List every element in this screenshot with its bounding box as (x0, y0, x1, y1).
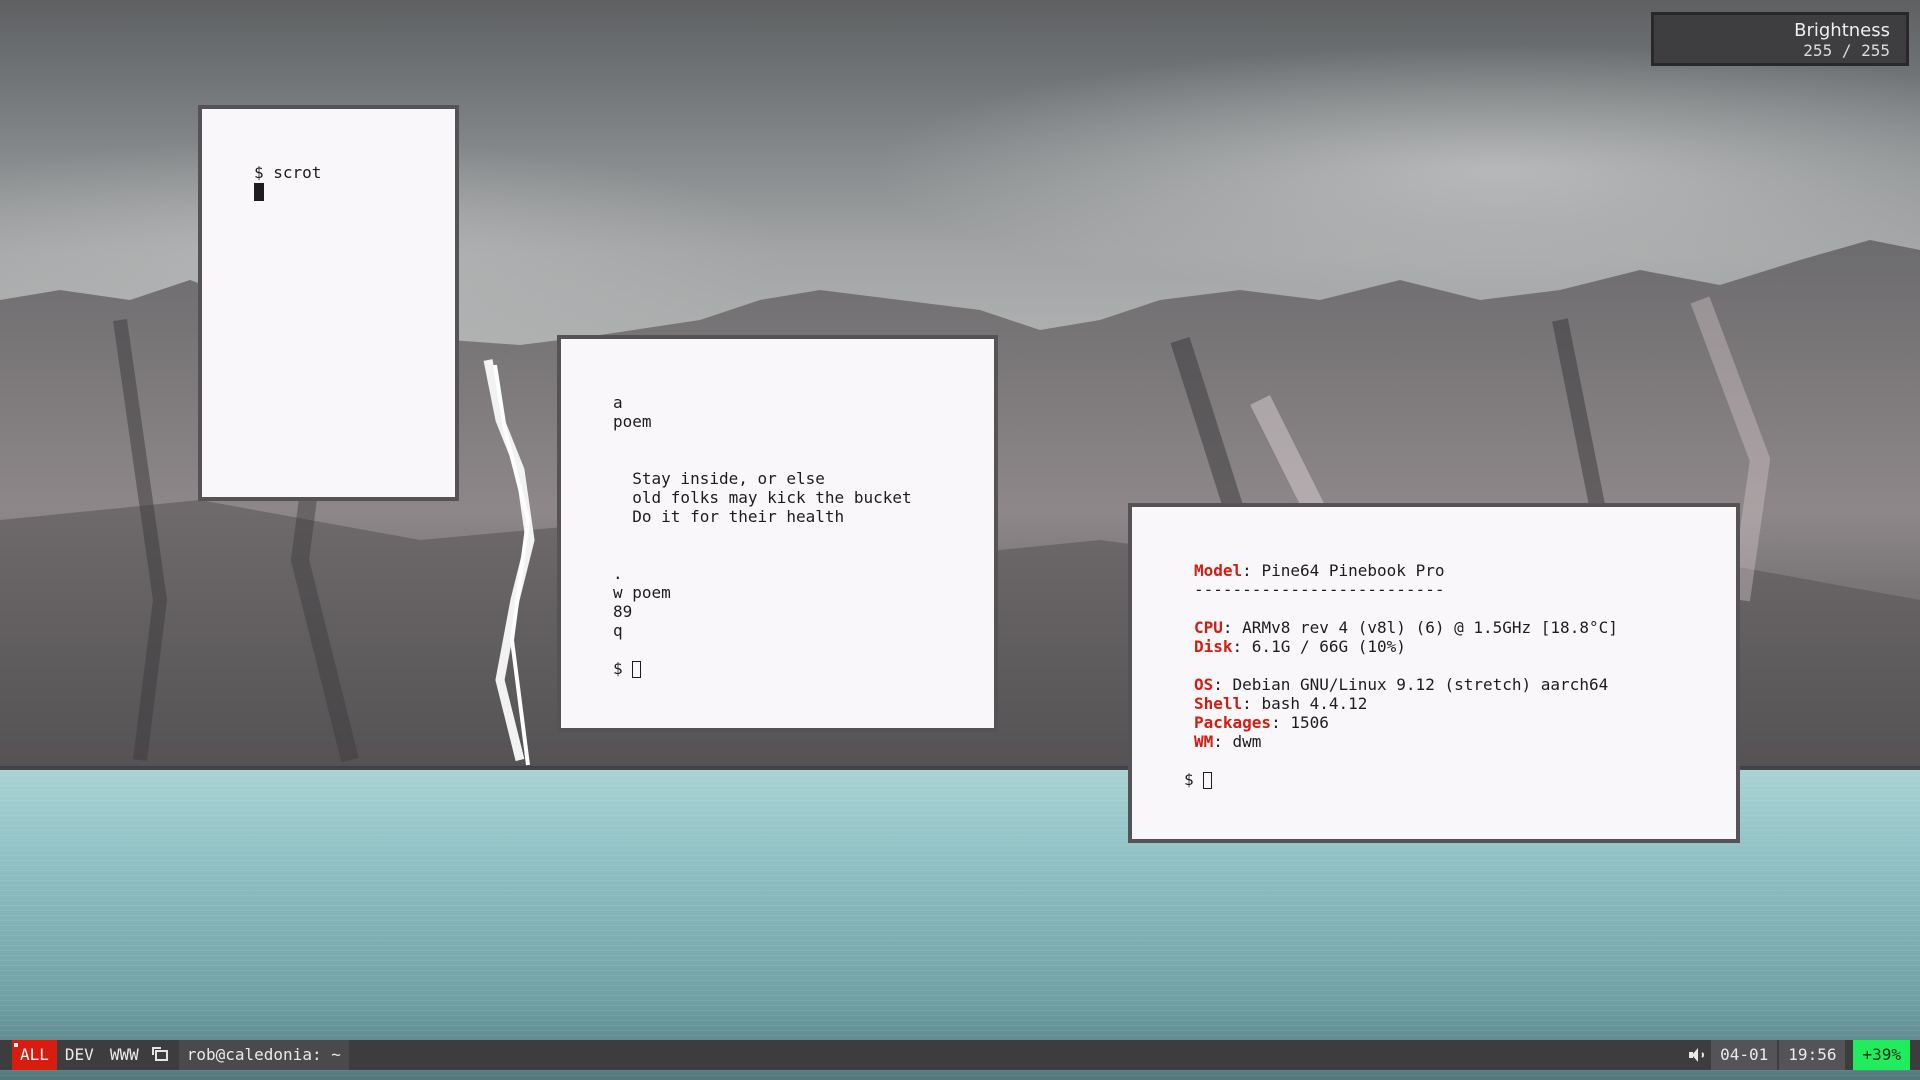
osd-value: 255 / 255 (1803, 41, 1890, 60)
battery-status: +39% (1853, 1040, 1910, 1070)
info-value: : dwm (1213, 732, 1262, 751)
info-value: : 6.1G / 66G (10%) (1232, 637, 1406, 656)
tag-dev[interactable]: DEV (57, 1040, 102, 1070)
status-bar: ALL DEV WWW rob@caledonia: ~ 04-01 19:56… (0, 1040, 1920, 1070)
info-disk: Disk: 6.1G / 66G (10%) (1194, 637, 1736, 656)
tag-www[interactable]: WWW (102, 1040, 147, 1070)
info-key: WM (1194, 732, 1214, 751)
hollow-cursor (1203, 772, 1213, 789)
layout-toggle[interactable] (147, 1040, 177, 1070)
brightness-osd: Brightness 255 / 255 (1651, 12, 1909, 66)
terminal-window-poem[interactable]: a poem Stay inside, or else old folks ma… (557, 335, 998, 732)
info-model: Model: Pine64 Pinebook Pro (1194, 561, 1736, 580)
terminal-line: q (613, 621, 623, 640)
info-key: Packages (1194, 713, 1272, 732)
volume-button[interactable] (1683, 1040, 1709, 1070)
bar-right: 04-01 19:56 +39% (1683, 1040, 1910, 1070)
info-key: OS (1194, 675, 1214, 694)
info-shell: Shell: bash 4.4.12 (1194, 694, 1736, 713)
osd-title: Brightness (1794, 20, 1890, 41)
terminal-prompt-line: $ (613, 659, 994, 678)
shell-prompt: $ (613, 659, 633, 678)
info-key: CPU (1194, 618, 1223, 637)
terminal-line: Do it for their health (613, 507, 845, 526)
terminal-prompt-line: $ (1184, 770, 1736, 789)
info-value: : 1506 (1271, 713, 1329, 732)
terminal-line: poem (613, 412, 652, 431)
info-separator: -------------------------- (1194, 580, 1445, 599)
info-value: : bash 4.4.12 (1242, 694, 1368, 713)
info-value: : ARMv8 rev 4 (v8l) (6) @ 1.5GHz [18.8°C… (1222, 618, 1618, 637)
terminal-line: 89 (613, 602, 633, 621)
terminal-line: $ scrot (254, 163, 322, 182)
floating-layout-icon (152, 1046, 169, 1061)
date-display: 04-01 (1711, 1040, 1778, 1070)
terminal-line: a (613, 393, 623, 412)
info-key: Shell (1194, 694, 1243, 713)
info-value: : Debian GNU/Linux 9.12 (stretch) aarch6… (1213, 675, 1609, 694)
terminal-window-scrot[interactable]: $ scrot (198, 105, 459, 501)
speaker-icon (1689, 1048, 1705, 1062)
clock-display: 19:56 (1779, 1040, 1846, 1070)
terminal-window-neofetch[interactable]: Model: Pine64 Pinebook Pro -------------… (1128, 503, 1740, 843)
info-cpu: CPU: ARMv8 rev 4 (v8l) (6) @ 1.5GHz [18.… (1194, 618, 1736, 637)
info-packages: Packages: 1506 (1194, 713, 1736, 732)
shell-prompt: $ (1184, 770, 1204, 789)
terminal-line: old folks may kick the bucket (613, 488, 912, 507)
terminal-line: w poem (613, 583, 671, 602)
hollow-cursor (632, 661, 642, 678)
tag-all[interactable]: ALL (12, 1040, 57, 1070)
bar-left: ALL DEV WWW rob@caledonia: ~ (12, 1040, 349, 1070)
terminal-line: Stay inside, or else (613, 469, 825, 488)
terminal-cursor-line (254, 182, 455, 201)
focused-window-title: rob@caledonia: ~ (178, 1040, 349, 1070)
info-os: OS: Debian GNU/Linux 9.12 (stretch) aarc… (1194, 675, 1736, 694)
terminal-line: . (613, 564, 623, 583)
info-wm: WM: dwm (1194, 732, 1736, 751)
info-value: : Pine64 Pinebook Pro (1242, 561, 1445, 580)
info-key: Disk (1194, 637, 1233, 656)
info-key: Model (1194, 561, 1243, 580)
block-cursor (254, 183, 264, 201)
